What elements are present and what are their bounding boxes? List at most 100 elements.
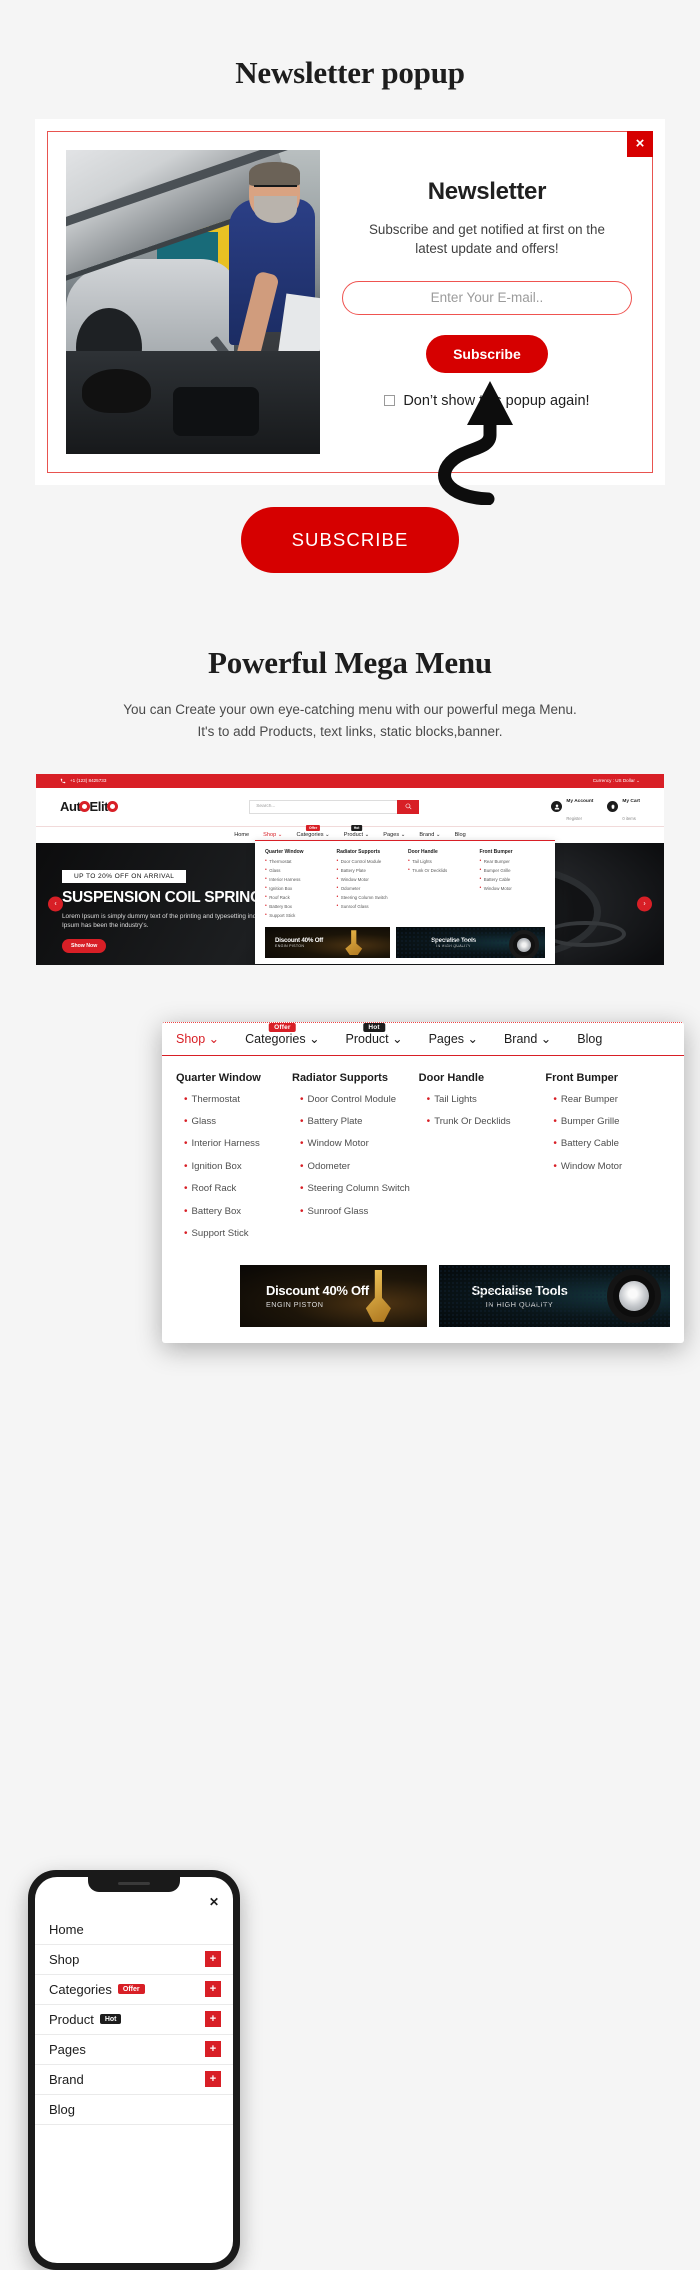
mega-menu-section: Powerful Mega Menu You can Create your o…: [0, 645, 700, 744]
mobile-menu-item-label: Pages: [49, 2042, 86, 2057]
mega-small-column: Door Handle Tail Lights Trunk Or Decklids: [408, 849, 474, 923]
mobile-menu-item-shop[interactable]: Shop +: [35, 1945, 233, 1975]
wheel-icon-large: [606, 1268, 661, 1323]
wheel-icon: [509, 929, 540, 959]
big-subscribe-button[interactable]: SUBSCRIBE: [241, 507, 459, 573]
mobile-menu-item-categories[interactable]: Categories Offer +: [35, 1975, 233, 2005]
mega-small-link[interactable]: Bumper Grille: [480, 868, 546, 874]
mega-zoom-link[interactable]: Window Motor: [292, 1138, 415, 1150]
mega-zoom-badge-offer: Offer: [269, 1023, 296, 1033]
close-icon[interactable]: ×: [627, 131, 653, 157]
mega-zoom-link[interactable]: Door Control Module: [292, 1094, 415, 1106]
promo-banner-tools-large[interactable]: Specialise Tools IN HIGH QUALITY: [439, 1264, 670, 1327]
mega-small-link-label: Thermostat: [269, 858, 292, 864]
mega-zoom-link[interactable]: Window Motor: [545, 1161, 668, 1173]
mega-small-link[interactable]: Thermostat: [265, 859, 331, 865]
mobile-menu-close-icon[interactable]: ✕: [209, 1895, 219, 1909]
site-nav-item-product[interactable]: Product ⌄ Hot: [344, 824, 369, 838]
mega-small-link[interactable]: Odometer: [337, 886, 403, 892]
my-account-link[interactable]: My Account Register: [551, 789, 593, 825]
mega-zoom-link[interactable]: Tail Lights: [419, 1094, 542, 1106]
mega-zoom-link[interactable]: Rear Bumper: [545, 1094, 668, 1106]
mega-zoom-link[interactable]: Sunroof Glass: [292, 1206, 415, 1218]
mega-zoom-link[interactable]: Odometer: [292, 1161, 415, 1173]
mega-zoom-link-label: Window Motor: [560, 1160, 623, 1172]
mega-small-link[interactable]: Battery Box: [265, 904, 331, 910]
mega-small-link[interactable]: Window Motor: [337, 877, 403, 883]
mega-zoom-link[interactable]: Interior Harness: [176, 1138, 288, 1150]
site-nav-item-shop[interactable]: Shop ⌄: [263, 832, 282, 838]
mobile-expand-plus-icon[interactable]: +: [205, 2011, 221, 2028]
mega-small-link[interactable]: Rear Bumper: [480, 859, 546, 865]
mega-zoom-nav-item-brand[interactable]: Brand ⌄: [504, 1031, 551, 1046]
search-button[interactable]: [397, 799, 420, 814]
mega-small-link[interactable]: Steering Column Switch: [337, 895, 403, 901]
topbar-currency[interactable]: Currency : US Dollar ⌄: [593, 778, 640, 784]
mega-zoom-nav-item-shop[interactable]: Shop ⌄: [176, 1031, 219, 1046]
promo-banner-piston-large[interactable]: Discount 40% Off ENGIN PISTON: [240, 1264, 427, 1327]
mega-small-link[interactable]: Support Stick: [265, 913, 331, 919]
mobile-expand-plus-icon[interactable]: +: [205, 2041, 221, 2058]
email-input[interactable]: [341, 280, 632, 315]
topbar-phone[interactable]: +1 (123) 8425733: [60, 778, 106, 784]
mega-zoom-nav-item-pages[interactable]: Pages ⌄: [429, 1031, 478, 1046]
mega-zoom-link[interactable]: Battery Plate: [292, 1116, 415, 1128]
subscribe-button[interactable]: Subscribe: [425, 334, 548, 373]
hero-prev-arrow[interactable]: ‹: [48, 896, 63, 912]
mega-zoom-link[interactable]: Roof Rack: [176, 1183, 288, 1195]
phone-mockup: ✕ Home Shop + Categories Offer + Product Hot + Pa…: [28, 1869, 240, 2270]
mobile-menu-item-text: Brand: [49, 2071, 84, 2087]
mega-small-link[interactable]: Ignition Box: [265, 886, 331, 892]
mobile-expand-plus-icon[interactable]: +: [205, 1981, 221, 1998]
mega-zoom-nav-item-product[interactable]: Product ⌄ Hot: [346, 1023, 403, 1046]
dont-show-checkbox[interactable]: [384, 395, 396, 407]
mega-small-link[interactable]: Sunroof Glass: [337, 904, 403, 910]
mobile-expand-plus-icon[interactable]: +: [205, 2071, 221, 2088]
mega-zoom-link[interactable]: Support Stick: [176, 1228, 288, 1240]
promo-banner-tools[interactable]: Specialise Tools IN HIGH QUALITY: [396, 927, 545, 959]
my-account-title: My Account: [566, 798, 594, 804]
mega-zoom-link[interactable]: Trunk Or Decklids: [419, 1116, 542, 1128]
mobile-menu-item-blog[interactable]: Blog: [35, 2095, 233, 2125]
mobile-expand-plus-icon[interactable]: +: [205, 1951, 221, 1968]
mega-small-link[interactable]: Interior Harness: [265, 877, 331, 883]
site-nav-item-categories[interactable]: Categories ⌄ Offer: [296, 824, 330, 838]
mega-small-link[interactable]: Roof Rack: [265, 895, 331, 901]
site-nav-item-home[interactable]: Home: [234, 832, 249, 838]
mega-subtitle: You can Create your own eye-catching men…: [0, 699, 700, 744]
mega-zoom-link[interactable]: Battery Cable: [545, 1138, 668, 1150]
hero-shop-now-button[interactable]: Show Now: [62, 938, 107, 953]
search-input[interactable]: [249, 799, 398, 814]
mega-zoom-nav-item-categories[interactable]: Categories ⌄ Offer: [245, 1023, 320, 1046]
mega-zoom-link[interactable]: Ignition Box: [176, 1161, 288, 1173]
mega-small-link[interactable]: Glass: [265, 868, 331, 874]
mobile-menu-item-pages[interactable]: Pages +: [35, 2035, 233, 2065]
site-nav-item-brand[interactable]: Brand ⌄: [419, 832, 440, 838]
mega-zoom-link[interactable]: Glass: [176, 1116, 288, 1128]
mobile-menu-item-product[interactable]: Product Hot +: [35, 2005, 233, 2035]
mega-small-link[interactable]: Battery Cable: [480, 877, 546, 883]
mega-zoom-link[interactable]: Steering Column Switch: [292, 1183, 415, 1195]
mega-small-link[interactable]: Door Control Module: [337, 859, 403, 865]
mega-small-link[interactable]: Battery Plate: [337, 868, 403, 874]
site-nav-item-blog[interactable]: Blog: [455, 832, 466, 838]
page-title-mega: Powerful Mega Menu: [208, 645, 492, 680]
mega-small-link[interactable]: Tail Lights: [408, 859, 474, 865]
mobile-menu-item-home[interactable]: Home: [35, 1915, 233, 1945]
hero-next-arrow[interactable]: ›: [637, 896, 652, 912]
mega-zoom-nav-item-blog[interactable]: Blog: [577, 1032, 602, 1046]
site-nav-item-pages[interactable]: Pages ⌄: [383, 832, 405, 838]
my-cart-link[interactable]: My Cart 0 items: [607, 789, 640, 825]
mega-zoom-link[interactable]: Bumper Grille: [545, 1116, 668, 1128]
mobile-menu-item-brand[interactable]: Brand +: [35, 2065, 233, 2095]
mega-small-link[interactable]: Window Motor: [480, 886, 546, 892]
logo-text-2: Elit: [89, 799, 109, 815]
newsletter-heading: Newsletter: [427, 178, 547, 205]
promo-banner-piston[interactable]: Discount 40% Off ENGIN PISTON: [265, 927, 390, 959]
mega-small-link[interactable]: Trunk Or Decklids: [408, 868, 474, 874]
mega-small-column-heading: Front Bumper: [479, 848, 513, 855]
site-logo[interactable]: Aut Elit: [60, 799, 119, 815]
mega-zoom-link[interactable]: Battery Box: [176, 1206, 288, 1218]
mega-zoom-link[interactable]: Thermostat: [176, 1094, 288, 1106]
mobile-badge-offer: Offer: [117, 1984, 145, 1995]
